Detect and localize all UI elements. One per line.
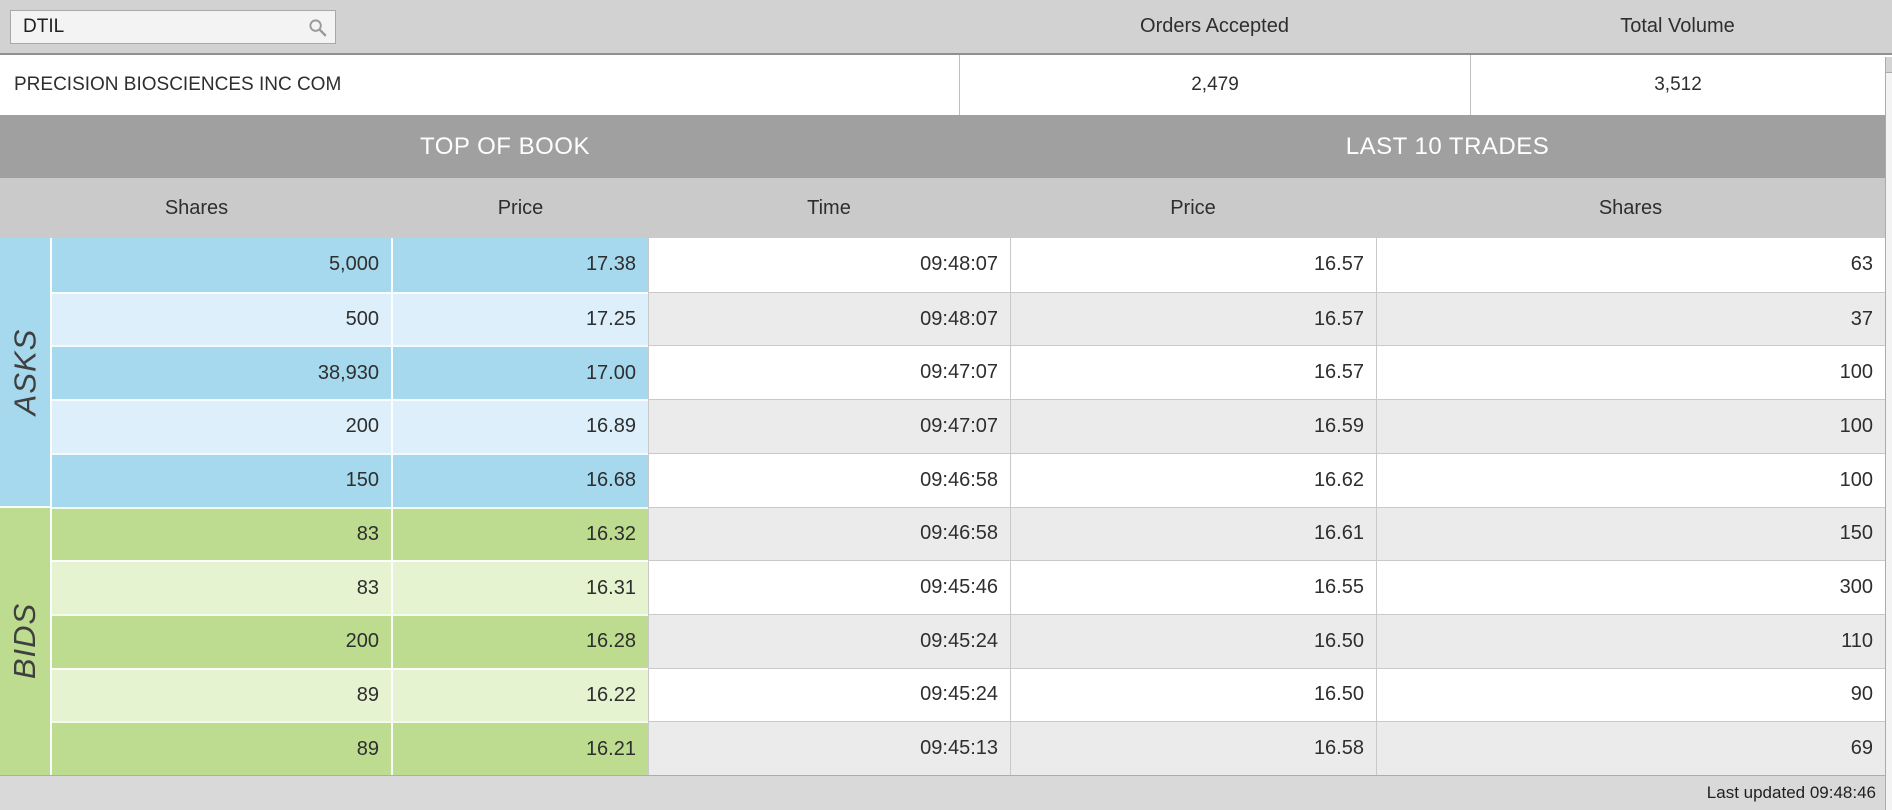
data-rows: 5,000 17.38 09:48:07 16.57 63 500 17.25 … (52, 238, 1885, 775)
trade-price: 16.61 (1010, 507, 1376, 561)
search-icon[interactable] (308, 18, 327, 37)
trade-shares: 100 (1376, 399, 1885, 453)
side-label-column: ASKS BIDS (0, 238, 52, 775)
total-volume-value: 3,512 (1470, 55, 1885, 115)
table-row: 200 16.28 09:45:24 16.50 110 (52, 614, 1885, 668)
asks-label: ASKS (7, 328, 43, 415)
total-volume-header: Total Volume (1470, 0, 1885, 53)
trade-shares: 110 (1376, 614, 1885, 668)
bid-shares: 83 (52, 507, 393, 561)
trade-shares: 90 (1376, 668, 1885, 722)
trade-shares: 150 (1376, 507, 1885, 561)
bid-price: 16.28 (393, 614, 648, 668)
ask-shares: 200 (52, 399, 393, 453)
table-body: ASKS BIDS 5,000 17.38 09:48:07 16.57 63 … (0, 238, 1892, 775)
bid-price: 16.22 (393, 668, 648, 722)
ask-price: 16.89 (393, 399, 648, 453)
summary-row: PRECISION BIOSCIENCES INC COM 2,479 3,51… (0, 55, 1892, 115)
trade-time: 09:46:58 (648, 507, 1010, 561)
trade-time: 09:47:07 (648, 345, 1010, 399)
ask-price: 16.68 (393, 453, 648, 507)
search-area (0, 0, 959, 53)
trade-time: 09:45:24 (648, 614, 1010, 668)
column-header-row: Shares Price Time Price Shares (0, 178, 1892, 238)
trade-time: 09:46:58 (648, 453, 1010, 507)
bid-price: 16.21 (393, 721, 648, 775)
trade-shares: 100 (1376, 453, 1885, 507)
table-row: 89 16.21 09:45:13 16.58 69 (52, 721, 1885, 775)
ticker-search-box (10, 10, 336, 44)
trade-time: 09:45:46 (648, 560, 1010, 614)
bid-shares: 200 (52, 614, 393, 668)
top-of-book-title: TOP OF BOOK (0, 115, 1010, 178)
trade-shares: 69 (1376, 721, 1885, 775)
trade-time: 09:45:24 (648, 668, 1010, 722)
bids-label: BIDS (7, 603, 43, 679)
book-price-header: Price (393, 178, 648, 238)
ask-price: 17.38 (393, 238, 648, 292)
top-bar: Orders Accepted Total Volume (0, 0, 1892, 55)
orders-accepted-header: Orders Accepted (959, 0, 1470, 53)
trade-price: 16.59 (1010, 399, 1376, 453)
bid-shares: 89 (52, 668, 393, 722)
trade-price: 16.57 (1010, 292, 1376, 346)
ask-shares: 38,930 (52, 345, 393, 399)
trade-shares: 300 (1376, 560, 1885, 614)
trade-shares: 63 (1376, 238, 1885, 292)
trade-price: 16.50 (1010, 668, 1376, 722)
trades-shares-header: Shares (1376, 178, 1885, 238)
trades-time-header: Time (648, 178, 1010, 238)
table-row: 200 16.89 09:47:07 16.59 100 (52, 399, 1885, 453)
status-bar: Last updated 09:48:46 (0, 775, 1892, 810)
table-row: 150 16.68 09:46:58 16.62 100 (52, 453, 1885, 507)
trade-price: 16.58 (1010, 721, 1376, 775)
trade-price: 16.57 (1010, 238, 1376, 292)
ask-shares: 5,000 (52, 238, 393, 292)
bid-shares: 83 (52, 560, 393, 614)
last-10-trades-title: LAST 10 TRADES (1010, 115, 1885, 178)
trade-time: 09:45:13 (648, 721, 1010, 775)
table-row: 500 17.25 09:48:07 16.57 37 (52, 292, 1885, 346)
bid-price: 16.32 (393, 507, 648, 561)
ticker-search-input[interactable] (11, 11, 335, 43)
company-name: PRECISION BIOSCIENCES INC COM (0, 55, 959, 115)
table-row: 5,000 17.38 09:48:07 16.57 63 (52, 238, 1885, 292)
trade-time: 09:48:07 (648, 238, 1010, 292)
vertical-scrollbar[interactable] (1885, 57, 1892, 810)
ask-price: 17.25 (393, 292, 648, 346)
order-book-window: Orders Accepted Total Volume PRECISION B… (0, 0, 1892, 810)
trade-price: 16.57 (1010, 345, 1376, 399)
book-shares-header: Shares (0, 178, 393, 238)
trade-price: 16.50 (1010, 614, 1376, 668)
bids-strip: BIDS (0, 506, 52, 776)
table-row: 89 16.22 09:45:24 16.50 90 (52, 668, 1885, 722)
trade-shares: 100 (1376, 345, 1885, 399)
ask-shares: 150 (52, 453, 393, 507)
trade-time: 09:48:07 (648, 292, 1010, 346)
trade-time: 09:47:07 (648, 399, 1010, 453)
trades-price-header: Price (1010, 178, 1376, 238)
ask-shares: 500 (52, 292, 393, 346)
table-row: 83 16.32 09:46:58 16.61 150 (52, 507, 1885, 561)
trade-price: 16.55 (1010, 560, 1376, 614)
last-updated-text: Last updated 09:48:46 (1707, 783, 1876, 803)
table-row: 83 16.31 09:45:46 16.55 300 (52, 560, 1885, 614)
table-row: 38,930 17.00 09:47:07 16.57 100 (52, 345, 1885, 399)
ask-price: 17.00 (393, 345, 648, 399)
asks-strip: ASKS (0, 238, 52, 506)
bid-shares: 89 (52, 721, 393, 775)
orders-accepted-value: 2,479 (959, 55, 1470, 115)
section-title-band: TOP OF BOOK LAST 10 TRADES (0, 115, 1892, 178)
trade-shares: 37 (1376, 292, 1885, 346)
bid-price: 16.31 (393, 560, 648, 614)
trade-price: 16.62 (1010, 453, 1376, 507)
